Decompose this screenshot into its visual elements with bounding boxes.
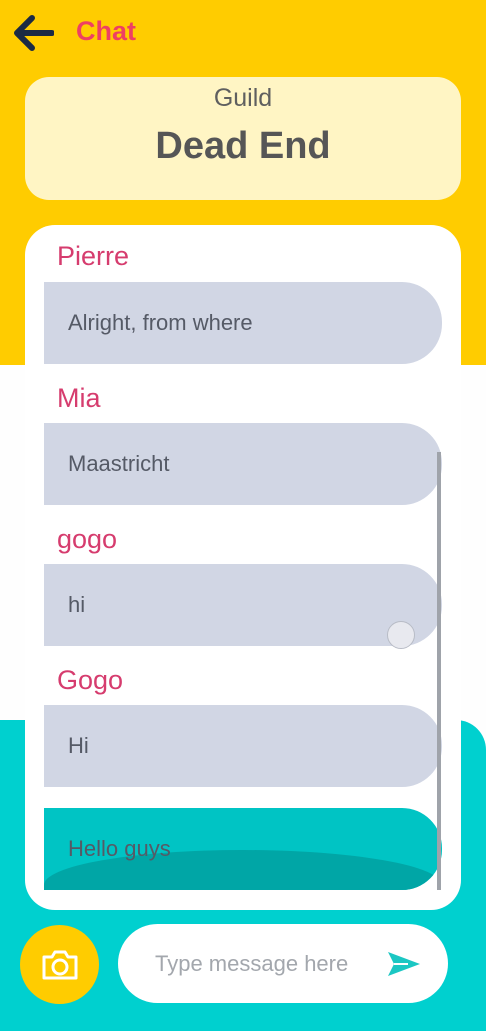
guild-name: Dead End — [155, 125, 331, 167]
message-sender: Pierre — [57, 241, 130, 271]
page-title: Chat — [76, 16, 136, 46]
message-text: Hi — [68, 733, 89, 758]
message-text: Hello guys — [68, 836, 171, 861]
own-message-bubble: Hello guys — [44, 808, 442, 890]
message-bubble: hi — [44, 564, 442, 646]
message-input[interactable] — [155, 946, 375, 982]
camera-icon — [42, 950, 77, 979]
scroll-handle[interactable] — [387, 621, 415, 649]
camera-button[interactable] — [20, 925, 99, 1004]
message-text: hi — [68, 592, 86, 617]
guild-label: Guild — [213, 84, 273, 112]
message-sender: Mia — [57, 383, 101, 413]
arrow-left-icon — [14, 15, 54, 51]
message-sender: Gogo — [57, 665, 124, 695]
message-bubble: Alright, from where — [44, 282, 442, 364]
message-bubble: Hi — [44, 705, 442, 787]
message-sender: gogo — [57, 524, 118, 554]
back-button[interactable] — [10, 12, 56, 54]
message-text: Maastricht — [68, 451, 170, 476]
send-button[interactable] — [384, 946, 424, 982]
send-icon — [388, 952, 420, 976]
chat-scrollbar[interactable] — [437, 452, 441, 890]
message-text: Alright, from where — [68, 310, 253, 335]
message-bubble: Maastricht — [44, 423, 442, 505]
